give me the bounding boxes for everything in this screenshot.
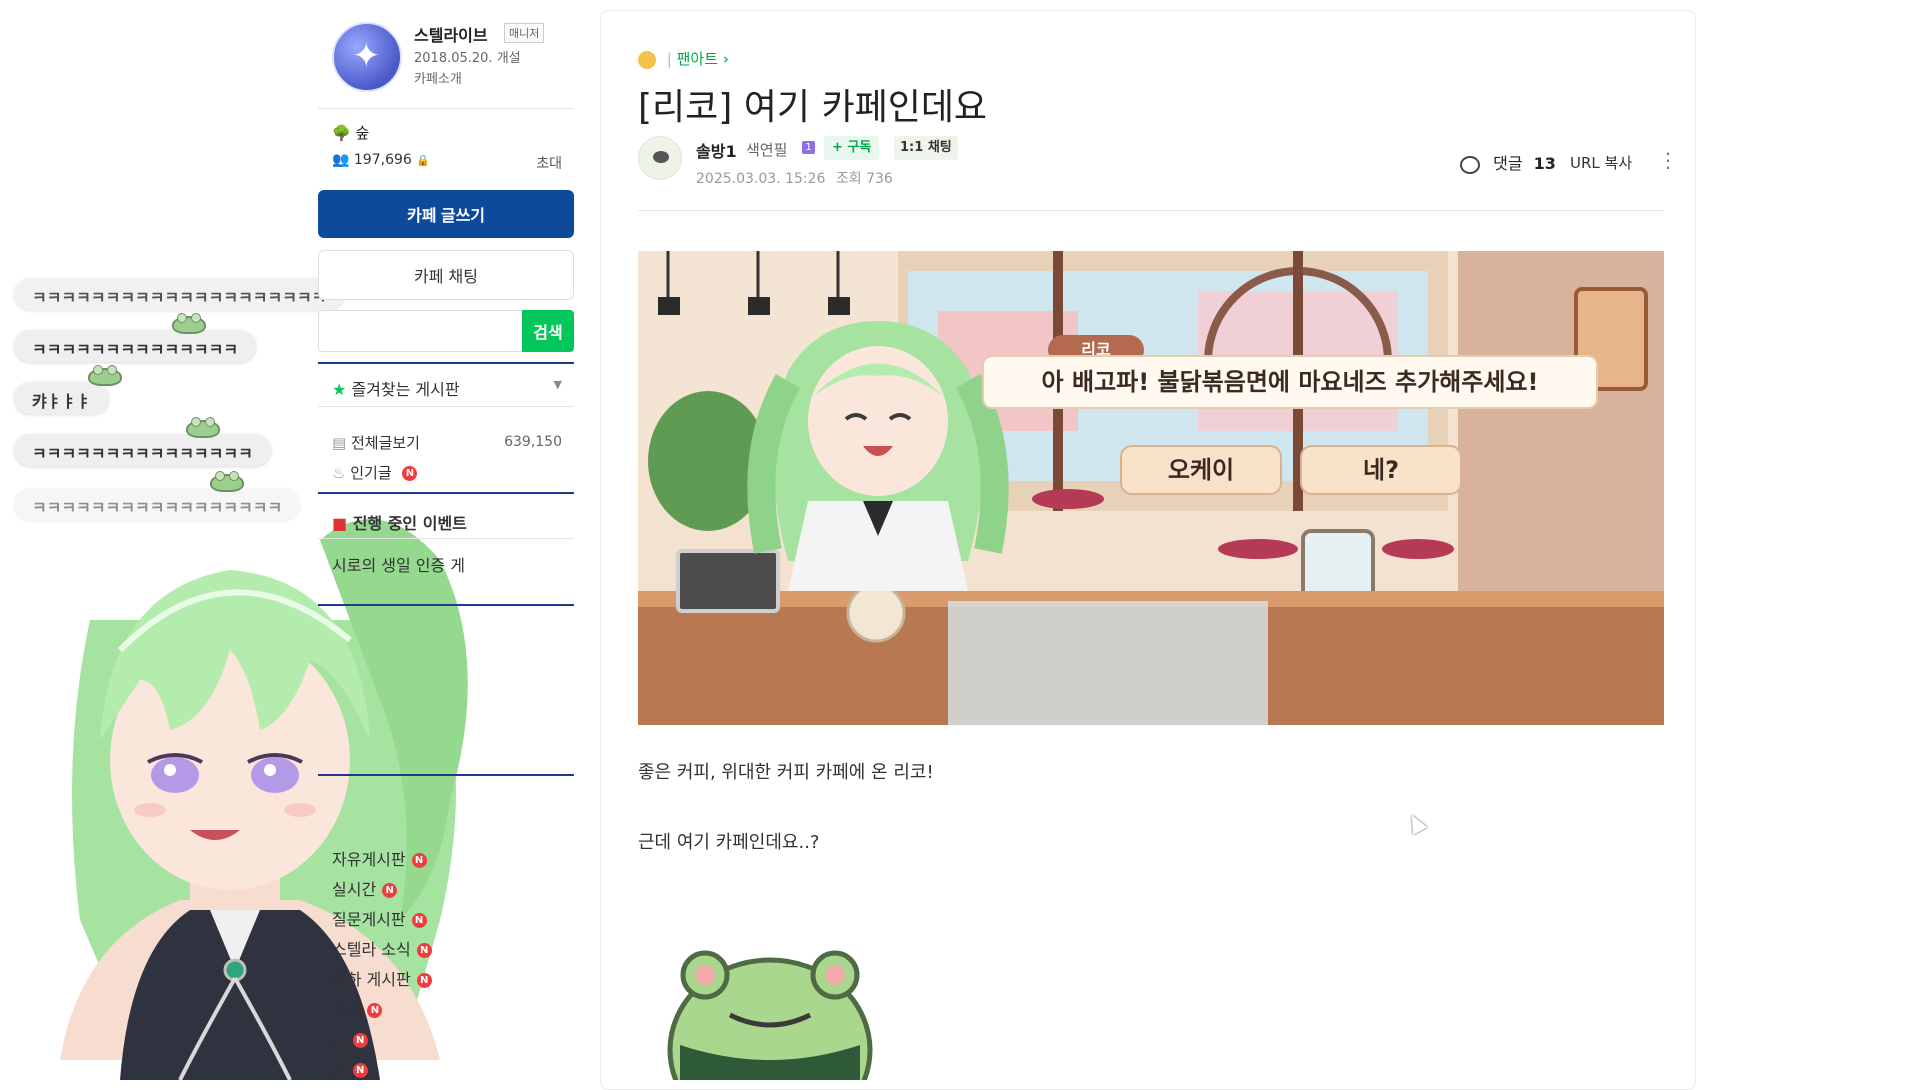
manager-badge: 매니저	[504, 23, 545, 43]
search-input[interactable]	[318, 310, 522, 352]
tree-icon: 🌳	[332, 124, 351, 142]
view-count: 조회 736	[835, 171, 893, 187]
new-badge: N	[416, 973, 432, 988]
post-image: 리코 아 배고파! 불닭볶음면에 마요네즈 추가해주세요! 오케이 네?	[638, 251, 1664, 725]
chat-message: ㅋㅋㅋㅋㅋㅋㅋㅋㅋㅋㅋㅋㅋㅋ	[14, 330, 257, 362]
comments-button[interactable]: 댓글 13	[1460, 150, 1556, 174]
new-badge: N	[352, 1063, 368, 1078]
comments-count: 13	[1533, 154, 1556, 173]
chat-message: 캬ㅑㅑㅑ	[14, 382, 109, 414]
url-copy-button[interactable]: URL 복사	[1570, 152, 1632, 173]
all-posts-count: 639,150	[504, 434, 562, 450]
cafe-chat-button[interactable]: 카페 채팅	[318, 250, 574, 300]
frog-emote-icon	[88, 365, 122, 386]
new-badge: N	[411, 853, 427, 868]
write-post-button[interactable]: 카페 글쓰기	[318, 190, 574, 238]
cafe-logo[interactable]	[332, 22, 402, 92]
choice-button[interactable]: 오케이	[1120, 445, 1282, 495]
lock-icon: 🔒	[416, 154, 430, 167]
sidebar-item-board[interactable]: 실시간 N	[332, 876, 398, 900]
divider	[318, 774, 574, 776]
search-button[interactable]: 검색	[522, 310, 574, 352]
event-icon: ■	[332, 514, 348, 533]
article-title: [리코] 여기 카페인데요	[638, 87, 988, 128]
body-paragraph: 근데 여기 카페인데요..?	[638, 832, 820, 853]
subscribe-button[interactable]: + 구독	[824, 136, 880, 160]
new-badge: N	[382, 883, 398, 898]
post-meta: 2025.03.03. 15:26 조회 736	[696, 168, 893, 188]
author-grade: 색연필	[746, 141, 788, 159]
member-grade: 🌳 숲	[332, 122, 369, 143]
favorites-label: 즐겨찾는 게시판	[351, 380, 460, 399]
sidebar-item-board[interactable]: 글N	[332, 1026, 368, 1050]
divider	[318, 492, 574, 494]
frog-emote-icon	[210, 471, 244, 492]
new-badge: N	[411, 913, 427, 928]
choice-button[interactable]: 네?	[1300, 445, 1462, 495]
divider	[318, 406, 574, 407]
grade-label: 숲	[355, 124, 370, 142]
body-paragraph: 좋은 커피, 위대한 커피 카페에 온 리코!	[638, 762, 934, 783]
invite-link[interactable]: 초대	[536, 153, 562, 173]
chat-message: ㅋㅋㅋㅋㅋㅋㅋㅋㅋㅋㅋㅋㅋㅋㅋ	[14, 434, 271, 466]
board-breadcrumb[interactable]: | 팬아트 ›	[638, 48, 729, 69]
level-badge: 1	[802, 141, 815, 154]
cafe-intro-link[interactable]: 카페소개	[414, 68, 462, 87]
sidebar-item-label: 인기글	[350, 464, 392, 482]
sidebar-item-board[interactable]: 글N	[332, 1056, 368, 1080]
member-count[interactable]: 👥 197,696 🔒	[332, 152, 430, 168]
frog-emote-icon	[186, 417, 220, 438]
author-avatar[interactable]	[638, 136, 682, 180]
divider	[638, 210, 1664, 211]
divider	[318, 362, 574, 364]
cafe-founded-date: 2018.05.20. 개설	[414, 51, 521, 66]
sidebar-item-label: 전체글보기	[350, 434, 420, 452]
sidebar-item-popular[interactable]: ♨ 인기글 N	[332, 462, 418, 483]
star-icon: ★	[332, 380, 347, 399]
separator: |	[666, 50, 672, 68]
palette-icon	[638, 50, 656, 69]
favorites-toggle[interactable]: ★ 즐겨찾는 게시판	[332, 376, 460, 400]
new-badge: N	[352, 1033, 368, 1048]
new-badge: N	[367, 1003, 383, 1018]
event-header-label: 진행 중인 이벤트	[352, 514, 467, 533]
member-count-value: 197,696	[353, 152, 412, 168]
frog-emote-icon	[172, 313, 206, 334]
dialogue-bubble: 아 배고파! 불닭볶음면에 마요네즈 추가해주세요!	[982, 355, 1598, 409]
chevron-down-icon[interactable]: ▼	[554, 378, 562, 391]
sidebar-item-all-posts[interactable]: ▤ 전체글보기	[332, 432, 420, 453]
new-badge: N	[402, 466, 418, 481]
author-name[interactable]: 솔방1	[696, 138, 737, 162]
members-icon: 👥	[332, 152, 350, 168]
new-badge: N	[416, 943, 432, 958]
frog-sticker	[667, 950, 873, 1080]
divider	[318, 108, 574, 109]
list-icon: ▤	[332, 434, 347, 452]
more-options-icon[interactable]: ⋮	[1658, 148, 1678, 172]
flame-icon: ♨	[332, 464, 346, 482]
sidebar-item-board[interactable]: 질문게시판 N	[332, 906, 427, 930]
divider	[318, 604, 574, 606]
sidebar-item-board[interactable]: 스텔라 소식 N	[332, 936, 432, 960]
sidebar-item-board[interactable]: 자유게시판 N	[332, 846, 427, 870]
cafe-name[interactable]: 스텔라이브	[414, 22, 488, 46]
vtuber-avatar	[60, 519, 468, 1080]
comments-label: 댓글	[1493, 154, 1523, 173]
one-on-one-chat-button[interactable]: 1:1 채팅	[894, 136, 958, 160]
sidebar-item-board[interactable]: 축하 게시판 N	[332, 966, 432, 990]
event-header: ■ 진행 중인 이벤트	[332, 510, 467, 534]
board-name[interactable]: 팬아트	[677, 50, 718, 68]
sidebar-item-board[interactable]: 후기 N	[332, 996, 383, 1020]
event-item[interactable]: 시로의 생일 인증 게	[332, 552, 465, 576]
post-date: 2025.03.03. 15:26	[696, 171, 826, 187]
chat-message: ㅋㅋㅋㅋㅋㅋㅋㅋㅋㅋㅋㅋㅋㅋㅋㅋㅋㅋㅋㅋ	[14, 278, 345, 310]
chevron-right-icon: ›	[722, 50, 729, 68]
divider	[318, 538, 574, 539]
comment-icon	[1460, 155, 1480, 174]
